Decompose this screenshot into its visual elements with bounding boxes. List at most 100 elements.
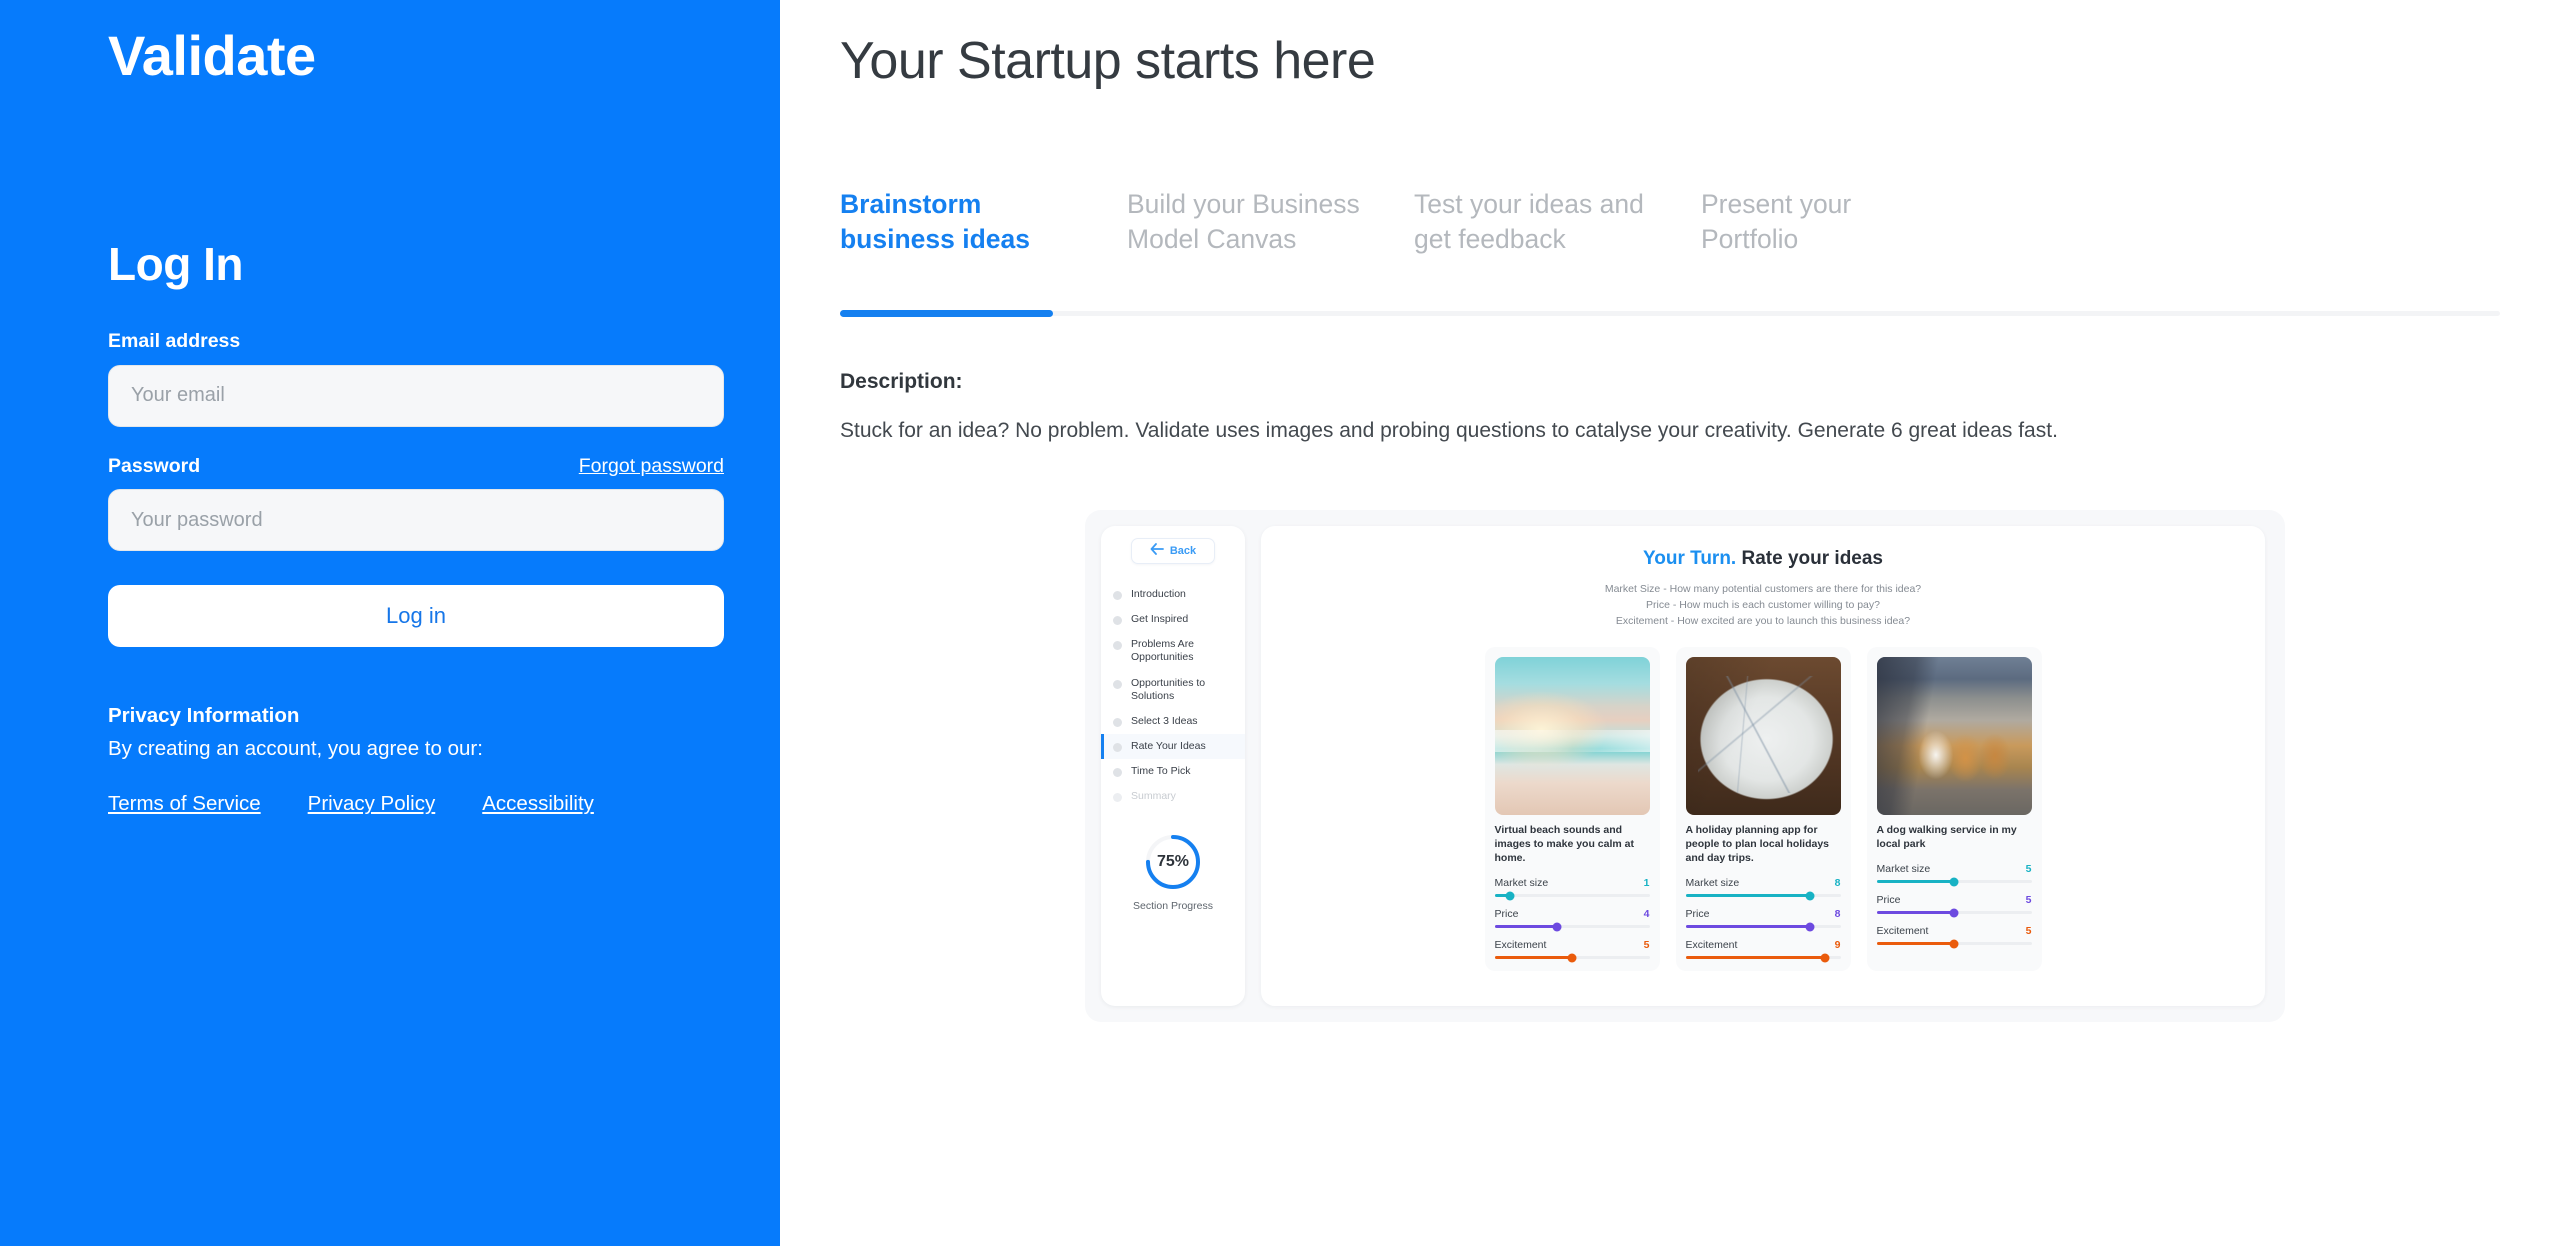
- slider-thumb[interactable]: [1805, 891, 1814, 901]
- login-panel: Validate Log In Email address Password F…: [0, 0, 780, 1246]
- form-spacer: [108, 427, 724, 455]
- slider-fill: [1685, 894, 1810, 898]
- question-market-size: Market Size - How many potential custome…: [1604, 583, 1922, 595]
- tab-brainstorm[interactable]: Brainstorm business ideas: [840, 187, 1127, 293]
- password-input[interactable]: [108, 489, 724, 552]
- tab-active-indicator: [840, 310, 1053, 317]
- step-label: Opportunities to Solutions: [1131, 676, 1206, 702]
- slider-thumb[interactable]: [1820, 953, 1830, 963]
- page-title: Your Startup starts here: [840, 32, 1376, 90]
- login-button[interactable]: Log in: [108, 585, 724, 648]
- preview-back-button[interactable]: Back: [1131, 538, 1215, 564]
- slider-fill: [1876, 880, 1954, 884]
- slider-fill: [1876, 911, 1954, 915]
- rating-label: Market size: [1494, 877, 1549, 890]
- password-label-row: Password Forgot password: [108, 455, 724, 478]
- forgot-password-link[interactable]: Forgot password: [579, 455, 724, 478]
- slider-thumb[interactable]: [1505, 891, 1515, 901]
- accessibility-link[interactable]: Accessibility: [482, 792, 594, 816]
- rating-slider[interactable]: [1876, 877, 2032, 887]
- rating-label: Price: [1494, 908, 1519, 921]
- rating-value: 8: [1834, 877, 1841, 890]
- legal-links: Terms of Service Privacy Policy Accessib…: [108, 792, 724, 816]
- rating-slider[interactable]: [1685, 922, 1841, 932]
- slider-fill: [1494, 956, 1572, 960]
- question-excitement: Excitement - How excited are you to laun…: [1615, 614, 1911, 627]
- idea-image: [1494, 657, 1650, 816]
- rating-slider[interactable]: [1685, 953, 1841, 963]
- slider-thumb[interactable]: [1552, 922, 1561, 932]
- rating-label: Excitement: [1876, 925, 1929, 938]
- beach-photo-icon: [1494, 657, 1650, 816]
- rating-header: Excitement 5: [1495, 939, 1650, 951]
- tab-test-ideas[interactable]: Test your ideas and get feedback: [1414, 187, 1701, 293]
- rating-slider[interactable]: [1494, 922, 1650, 932]
- preview-sidebar: Back Introduction Get Inspired Problems …: [1101, 526, 1245, 1006]
- rating-market-size: Market size 5: [1876, 863, 2032, 887]
- tab-business-model-canvas[interactable]: Build your Business Model Canvas: [1127, 187, 1414, 293]
- preview-main-panel: Your Turn. Rate your ideas Market Size -…: [1261, 526, 2265, 1006]
- terms-of-service-link[interactable]: Terms of Service: [108, 792, 261, 816]
- idea-image: [1685, 657, 1841, 816]
- rating-label: Excitement: [1494, 939, 1547, 952]
- step-bullet-icon: [1113, 768, 1122, 777]
- rating-slider[interactable]: [1494, 891, 1650, 901]
- tab-portfolio[interactable]: Present your Portfolio: [1701, 187, 1988, 293]
- rating-slider[interactable]: [1494, 953, 1650, 963]
- step-summary[interactable]: Summary: [1101, 784, 1245, 809]
- preview-heading-rest: Rate your ideas: [1736, 548, 1883, 569]
- idea-caption: A dog walking service in my local park: [1876, 824, 2017, 851]
- feature-preview: Back Introduction Get Inspired Problems …: [1085, 510, 2285, 1022]
- rating-value: 5: [2025, 863, 2032, 876]
- rating-header: Price 5: [1877, 894, 2032, 906]
- rating-header: Price 4: [1495, 908, 1650, 920]
- rating-price: Price 4: [1494, 908, 1650, 932]
- email-input[interactable]: [108, 364, 724, 427]
- rating-slider[interactable]: [1685, 891, 1841, 901]
- rating-excitement: Excitement 5: [1876, 925, 2032, 949]
- step-problems-are-opportunities[interactable]: Problems Are Opportunities: [1101, 632, 1245, 670]
- slider-fill: [1685, 925, 1810, 929]
- slider-thumb[interactable]: [1805, 922, 1814, 932]
- step-select-3-ideas[interactable]: Select 3 Ideas: [1101, 709, 1245, 734]
- tab-test-ideas-line2: get feedback: [1414, 223, 1566, 254]
- slider-thumb[interactable]: [1949, 908, 1959, 918]
- idea-card: A dog walking service in my local park M…: [1866, 647, 2042, 972]
- rating-header: Market size 1: [1495, 877, 1650, 889]
- step-label: Time To Pick: [1131, 765, 1191, 777]
- step-bullet-icon: [1113, 616, 1122, 626]
- email-label: Email address: [108, 330, 241, 353]
- description-label: Description:: [840, 370, 963, 393]
- privacy-information: Privacy Information By creating an accou…: [108, 703, 724, 816]
- step-introduction[interactable]: Introduction: [1101, 582, 1245, 607]
- rating-price: Price 5: [1876, 894, 2032, 918]
- tab-bar: Brainstorm business ideas Build your Bus…: [840, 187, 2500, 293]
- step-bullet-icon: [1113, 793, 1122, 803]
- step-rate-your-ideas[interactable]: Rate Your Ideas: [1101, 733, 1245, 760]
- slider-fill: [1876, 942, 1954, 946]
- rating-slider[interactable]: [1876, 939, 2032, 949]
- rating-value: 9: [1834, 939, 1841, 952]
- step-opportunities-to-solutions[interactable]: Opportunities to Solutions: [1101, 671, 1245, 709]
- step-time-to-pick[interactable]: Time To Pick: [1101, 759, 1245, 784]
- rating-label: Excitement: [1685, 939, 1738, 952]
- slider-thumb[interactable]: [1567, 953, 1577, 963]
- rating-label: Price: [1685, 908, 1710, 921]
- tab-business-model-canvas-line2: Model Canvas: [1127, 223, 1297, 254]
- idea-caption: Virtual beach sounds and images to make …: [1494, 824, 1634, 865]
- tab-portfolio-line1: Present your: [1701, 189, 1852, 219]
- privacy-policy-link[interactable]: Privacy Policy: [308, 792, 436, 816]
- slider-fill: [1685, 956, 1825, 960]
- preview-heading: Your Turn. Rate your ideas: [1289, 548, 2237, 570]
- section-progress: 75% Section Progress: [1133, 831, 1213, 912]
- app-logo: Validate: [108, 24, 316, 87]
- step-get-inspired[interactable]: Get Inspired: [1101, 607, 1245, 632]
- description-text: Stuck for an idea? No problem. Validate …: [840, 419, 2058, 442]
- slider-thumb[interactable]: [1949, 877, 1959, 887]
- privacy-heading: Privacy Information: [108, 704, 300, 728]
- slider-thumb[interactable]: [1949, 939, 1959, 949]
- preview-back-label: Back: [1169, 545, 1197, 557]
- rating-market-size: Market size 1: [1494, 877, 1650, 901]
- rating-value: 8: [1834, 908, 1841, 921]
- rating-slider[interactable]: [1876, 908, 2032, 918]
